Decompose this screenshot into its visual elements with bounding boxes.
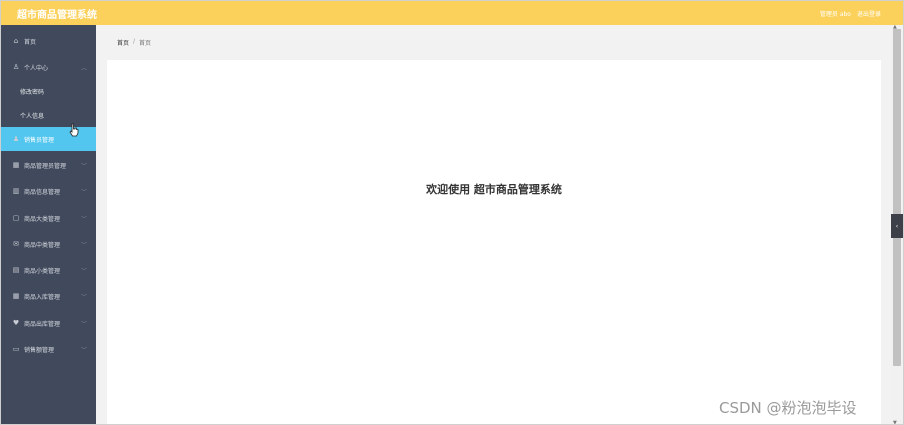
sidebar-item-personal-center[interactable]: ♙ 个人中心 ︿	[1, 55, 96, 79]
sidebar-item-goods-info[interactable]: ▥ 商品信息管理 ﹀	[1, 179, 96, 203]
sidebar-item-label: 销售额管理	[24, 346, 55, 354]
sidebar-item-home[interactable]: ⌂ 首页	[1, 29, 96, 53]
sidebar-item-label: 首页	[24, 38, 37, 46]
sidebar-item-label: 商品管理员管理	[24, 162, 67, 170]
table-icon: ▦	[12, 292, 20, 300]
chevron-down-icon: ﹀	[80, 267, 87, 275]
logout-link[interactable]: 退出登录	[857, 9, 881, 18]
sidebar-item-label: 商品信息管理	[24, 188, 61, 196]
breadcrumb-separator: /	[133, 38, 136, 45]
breadcrumb: 首页 / 首页	[117, 38, 151, 47]
current-user-label[interactable]: 管理员 abo	[820, 9, 851, 18]
home-icon: ⌂	[13, 37, 19, 45]
sidebar-item-label: 修改密码	[20, 88, 45, 96]
card-icon: ▭	[12, 345, 20, 353]
top-bar: 超市商品管理系统 管理员 abo 退出登录	[1, 1, 903, 25]
sidebar-item-goods-stock-out[interactable]: ♥ 商品出库管理 ﹀	[1, 311, 96, 335]
app-title: 超市商品管理系统	[17, 10, 97, 21]
grid-icon: ▦	[12, 161, 20, 169]
sidebar-item-label: 销售员管理	[24, 136, 55, 144]
hand-cursor-icon	[69, 123, 79, 137]
sidebar-item-label: 个人中心	[24, 64, 49, 72]
breadcrumb-current: 首页	[139, 40, 152, 47]
sidebar-item-goods-admin[interactable]: ▦ 商品管理员管理 ﹀	[1, 153, 96, 177]
sidebar-item-label: 商品出库管理	[24, 320, 61, 328]
breadcrumb-home[interactable]: 首页	[117, 38, 129, 47]
collapse-handle[interactable]: ‹	[891, 214, 903, 238]
person-icon: ♟	[12, 135, 20, 143]
chevron-down-icon: ﹀	[80, 215, 87, 223]
sidebar-item-label: 商品中类管理	[24, 241, 61, 249]
chevron-left-icon: ‹	[895, 222, 899, 230]
watermark: CSDN @粉泡泡毕设	[719, 399, 857, 417]
sidebar-item-goods-major-category[interactable]: ▢ 商品大类管理 ﹀	[1, 206, 96, 230]
sidebar-item-label: 商品大类管理	[24, 215, 61, 223]
chevron-down-icon: ﹀	[80, 346, 87, 354]
chart-icon: ▤	[12, 266, 20, 274]
sidebar: ⌂ 首页 ♙ 个人中心 ︿ 修改密码 个人信息 ♟ 销售员管理 ▦ 商品管理员管…	[1, 25, 96, 424]
sidebar-item-label: 个人信息	[20, 112, 45, 120]
user-icon: ♙	[12, 63, 20, 71]
sidebar-item-change-password[interactable]: 修改密码	[1, 79, 96, 103]
sidebar-item-goods-mid-category[interactable]: ✉ 商品中类管理 ﹀	[1, 232, 96, 256]
chevron-down-icon: ﹀	[80, 320, 87, 328]
main-content: 首页 / 首页 欢迎使用 超市商品管理系统	[96, 25, 891, 424]
chevron-down-icon: ﹀	[80, 162, 87, 170]
sidebar-item-salesperson[interactable]: ♟ 销售员管理	[1, 127, 96, 151]
sidebar-item-label: 商品入库管理	[24, 293, 61, 301]
bar-chart-icon: ▥	[12, 187, 20, 195]
sidebar-item-personal-info[interactable]: 个人信息	[1, 103, 96, 127]
chevron-down-icon: ﹀	[80, 188, 87, 196]
box-icon: ▢	[12, 214, 20, 222]
sidebar-item-sales-amount[interactable]: ▭ 销售额管理 ﹀	[1, 337, 96, 361]
chevron-down-icon: ﹀	[80, 241, 87, 249]
scroll-down-arrow-icon[interactable]: ▼	[893, 420, 897, 424]
welcome-card: 欢迎使用 超市商品管理系统	[107, 60, 881, 424]
pin-icon: ♥	[12, 319, 20, 327]
top-right-actions: 管理员 abo 退出登录	[820, 9, 881, 18]
app-window: 超市商品管理系统 管理员 abo 退出登录 ⌂ 首页 ♙ 个人中心 ︿ 修改密码…	[0, 0, 904, 425]
sidebar-item-goods-minor-category[interactable]: ▤ 商品小类管理 ﹀	[1, 258, 96, 282]
sidebar-item-label: 商品小类管理	[24, 267, 61, 275]
scroll-thumb[interactable]	[893, 29, 901, 366]
sidebar-item-goods-stock-in[interactable]: ▦ 商品入库管理 ﹀	[1, 284, 96, 308]
mail-icon: ✉	[13, 240, 19, 248]
chevron-down-icon: ﹀	[80, 293, 87, 301]
chevron-up-icon: ︿	[80, 64, 87, 72]
welcome-message: 欢迎使用 超市商品管理系统	[426, 183, 562, 196]
